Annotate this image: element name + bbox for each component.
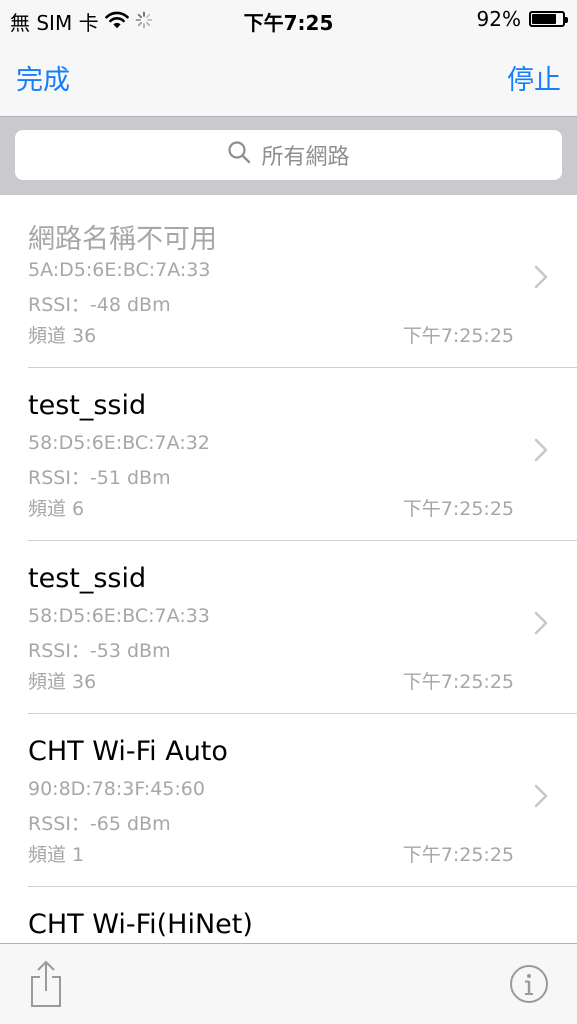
network-mac: 58:D5:6E:BC:7A:32 xyxy=(28,432,210,454)
network-list[interactable]: 網路名稱不可用 5A:D5:6E:BC:7A:33 RSSI：-48 dBm 頻… xyxy=(0,195,577,943)
battery-fill xyxy=(532,14,556,24)
status-right: 92% xyxy=(476,7,568,31)
network-name: 網路名稱不可用 xyxy=(28,224,217,255)
stop-button[interactable]: 停止 xyxy=(507,58,561,97)
search-field[interactable]: 所有網路 xyxy=(15,130,562,180)
battery-icon xyxy=(529,11,568,27)
network-name: CHT Wi-Fi Auto xyxy=(28,736,228,767)
done-button[interactable]: 完成 xyxy=(16,58,70,97)
chevron-right-icon xyxy=(534,611,548,639)
chevron-right-icon xyxy=(534,784,548,812)
share-icon[interactable] xyxy=(28,960,64,1012)
network-rssi: RSSI：-48 dBm xyxy=(28,294,171,316)
network-name: test_ssid xyxy=(28,390,147,421)
network-name: test_ssid xyxy=(28,563,147,594)
search-icon xyxy=(227,140,251,170)
network-channel: 頻道 36 xyxy=(28,671,97,693)
status-bar: 無 SIM 卡 下午7:25 92% xyxy=(0,0,577,40)
network-rssi: RSSI：-51 dBm xyxy=(28,467,171,489)
battery-tip xyxy=(565,17,568,23)
network-rssi: RSSI：-53 dBm xyxy=(28,640,171,662)
network-mac: 90:8D:78:3F:45:60 xyxy=(28,778,205,800)
navigation-bar: 完成 停止 xyxy=(0,40,577,116)
top-chrome: 無 SIM 卡 下午7:25 92% 完成 停止 xyxy=(0,0,577,117)
network-row[interactable]: test_ssid 58:D5:6E:BC:7A:32 RSSI：-51 dBm… xyxy=(0,368,577,541)
search-area: 所有網路 xyxy=(0,117,577,195)
network-mac: 58:D5:6E:BC:7A:33 xyxy=(28,605,210,627)
chevron-right-icon xyxy=(534,438,548,466)
network-row[interactable]: CHT Wi-Fi Auto 90:8D:78:3F:45:60 RSSI：-6… xyxy=(0,714,577,887)
network-timestamp: 下午7:25:25 xyxy=(402,498,514,520)
battery-percent: 92% xyxy=(476,7,521,31)
network-timestamp: 下午7:25:25 xyxy=(402,844,514,866)
network-row[interactable]: CHT Wi-Fi(HiNet) xyxy=(0,887,577,943)
network-channel: 頻道 36 xyxy=(28,325,97,347)
wifi-scanner-screen: 無 SIM 卡 下午7:25 92% 完成 停止 所有網路 網路名稱不可用 5A… xyxy=(0,0,577,1024)
network-rssi: RSSI：-65 dBm xyxy=(28,813,171,835)
network-timestamp: 下午7:25:25 xyxy=(402,671,514,693)
network-timestamp: 下午7:25:25 xyxy=(402,325,514,347)
network-name: CHT Wi-Fi(HiNet) xyxy=(28,909,253,940)
network-channel: 頻道 1 xyxy=(28,844,85,866)
network-mac: 5A:D5:6E:BC:7A:33 xyxy=(28,259,211,281)
search-placeholder: 所有網路 xyxy=(261,145,350,170)
network-channel: 頻道 6 xyxy=(28,498,85,520)
bottom-toolbar xyxy=(0,943,577,1024)
chevron-right-icon xyxy=(534,265,548,293)
info-icon[interactable] xyxy=(509,964,549,1008)
network-row[interactable]: 網路名稱不可用 5A:D5:6E:BC:7A:33 RSSI：-48 dBm 頻… xyxy=(0,195,577,368)
network-row[interactable]: test_ssid 58:D5:6E:BC:7A:33 RSSI：-53 dBm… xyxy=(0,541,577,714)
